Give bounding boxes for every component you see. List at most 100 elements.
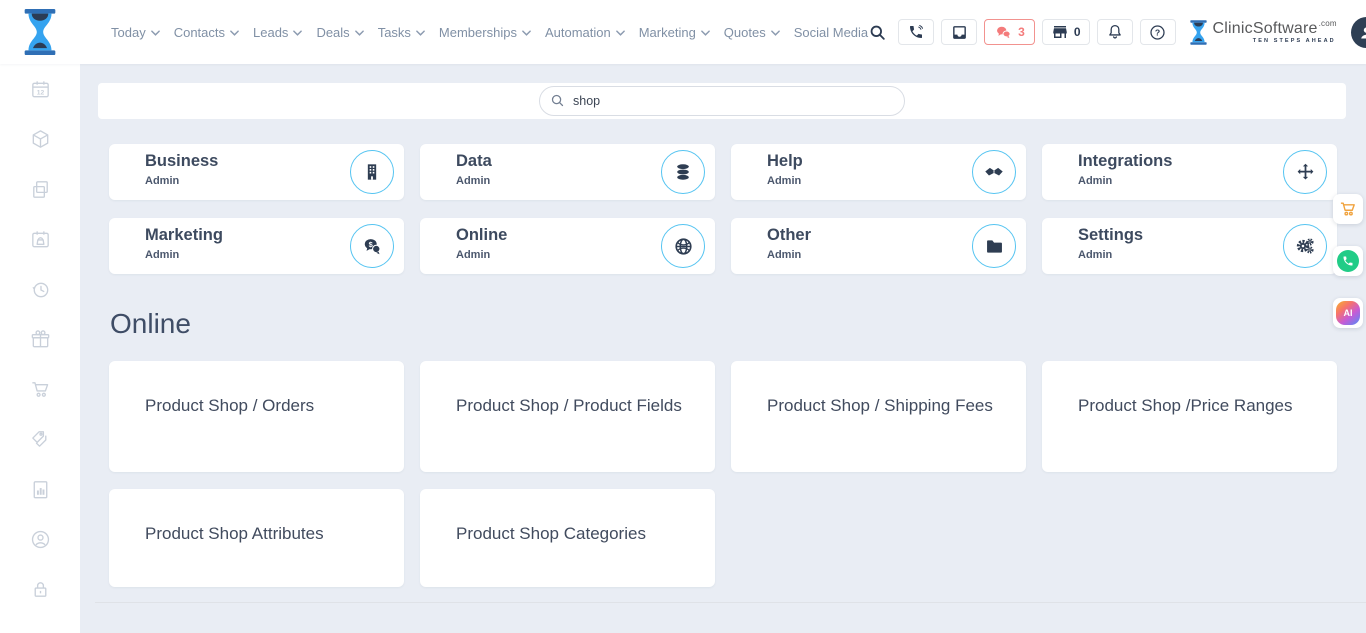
app-window: Today Contacts Leads Deals Tasks Members… [0,0,1366,633]
cart-quick-button[interactable] [1333,194,1363,224]
category-icon-circle [661,150,705,194]
hourglass-logo-icon [1189,20,1208,45]
nav-item-label: Tasks [378,25,411,40]
sidebar-item-report[interactable] [28,478,52,501]
chat-button[interactable]: 3 [984,19,1035,45]
gift-icon [29,328,52,351]
chat-count-badge: 3 [1018,26,1025,38]
category-card-settings[interactable]: Settings Admin [1042,218,1337,274]
category-card-other[interactable]: Other Admin [731,218,1026,274]
brand-text: ClinicSoftware.com TEN STEPS AHEAD [1213,20,1336,44]
nav-item-tasks[interactable]: Tasks [378,25,425,40]
folder-icon [984,236,1005,257]
inbox-button[interactable] [941,19,977,45]
nav-item-label: Today [111,25,146,40]
category-subtitle: Admin [456,175,490,187]
bell-icon [1106,23,1124,41]
result-card-price-ranges[interactable]: Product Shop /Price Ranges [1042,361,1337,472]
category-subtitle: Admin [1078,249,1112,261]
nav-item-label: Contacts [174,25,225,40]
search-panel [98,83,1346,119]
result-card-product-fields[interactable]: Product Shop / Product Fields [420,361,715,472]
category-subtitle: Admin [456,249,490,261]
user-avatar[interactable] [1351,17,1366,48]
admin-search-input[interactable] [539,86,905,116]
result-title: Product Shop Categories [456,524,646,543]
nav-item-label: Quotes [724,25,766,40]
nav-item-today[interactable]: Today [111,25,160,40]
sidebar: 12 [0,64,80,633]
result-card-attributes[interactable]: Product Shop Attributes [109,489,404,587]
sidebar-item-gift[interactable] [28,328,52,351]
ai-assistant-button[interactable]: AI [1333,298,1363,328]
chevron-down-icon [616,30,625,36]
inbox-icon [951,24,968,41]
brand-logo[interactable]: ClinicSoftware.com TEN STEPS AHEAD [1189,20,1336,45]
result-title: Product Shop / Product Fields [456,396,682,415]
category-card-online[interactable]: Online Admin [420,218,715,274]
category-card-data[interactable]: Data Admin [420,144,715,200]
nav-item-automation[interactable]: Automation [545,25,625,40]
nav-item-memberships[interactable]: Memberships [439,25,531,40]
result-title: Product Shop / Shipping Fees [767,396,993,415]
notifications-button[interactable] [1097,19,1133,45]
nav-item-label: Leads [253,25,288,40]
category-icon-circle [1283,224,1327,268]
content-divider [95,602,1366,603]
nav-item-leads[interactable]: Leads [253,25,302,40]
chevron-down-icon [293,30,302,36]
sidebar-item-history[interactable] [28,278,52,301]
sidebar-item-tags[interactable] [28,428,52,451]
svg-text:12: 12 [36,89,44,96]
result-card-orders[interactable]: Product Shop / Orders [109,361,404,472]
cart-icon [29,378,52,401]
sidebar-item-calendar[interactable]: 12 [28,78,52,101]
app-logo[interactable] [20,9,60,55]
lock-icon [29,578,52,601]
sidebar-item-copy[interactable] [28,178,52,201]
category-title: Marketing [145,226,223,245]
phone-icon [908,24,924,40]
floating-rail: AI [1333,194,1363,328]
category-card-integrations[interactable]: Integrations Admin [1042,144,1337,200]
sidebar-item-account[interactable] [28,528,52,551]
pos-button[interactable]: 0 [1042,19,1090,45]
chevron-down-icon [416,30,425,36]
result-card-shipping-fees[interactable]: Product Shop / Shipping Fees [731,361,1026,472]
category-icon-circle [1283,150,1327,194]
whatsapp-button[interactable] [1333,246,1363,276]
nav-item-marketing[interactable]: Marketing [639,25,710,40]
nav-item-contacts[interactable]: Contacts [174,25,239,40]
nav-item-deals[interactable]: Deals [316,25,363,40]
phone-button[interactable] [898,19,934,45]
nav-item-quotes[interactable]: Quotes [724,25,780,40]
sidebar-item-package[interactable] [28,128,52,151]
category-icon-circle [972,150,1016,194]
main-nav: Today Contacts Leads Deals Tasks Members… [111,25,868,40]
category-subtitle: Admin [1078,175,1112,187]
copy-icon [29,178,52,201]
hourglass-logo-icon [20,9,60,55]
purchase-calendar-icon [29,228,52,251]
sidebar-item-lock[interactable] [28,578,52,601]
category-card-business[interactable]: Business Admin [109,144,404,200]
sidebar-item-cart[interactable] [28,378,52,401]
nav-item-label: Automation [545,25,611,40]
result-card-categories[interactable]: Product Shop Categories [420,489,715,587]
chevron-down-icon [771,30,780,36]
category-title: Settings [1078,226,1143,245]
global-search-button[interactable] [868,23,887,42]
search-box [539,86,905,116]
tags-icon [29,428,52,451]
sidebar-item-purchase-calendar[interactable] [28,228,52,251]
category-title: Online [456,226,507,245]
nav-item-social-media[interactable]: Social Media [794,25,868,40]
pos-count-badge: 0 [1074,26,1081,38]
category-card-marketing[interactable]: Marketing Admin $ [109,218,404,274]
category-icon-circle [350,150,394,194]
category-card-help[interactable]: Help Admin [731,144,1026,200]
result-title: Product Shop /Price Ranges [1078,396,1293,415]
person-icon [1357,23,1366,42]
help-button[interactable]: ? [1140,19,1176,45]
result-title: Product Shop Attributes [145,524,324,543]
